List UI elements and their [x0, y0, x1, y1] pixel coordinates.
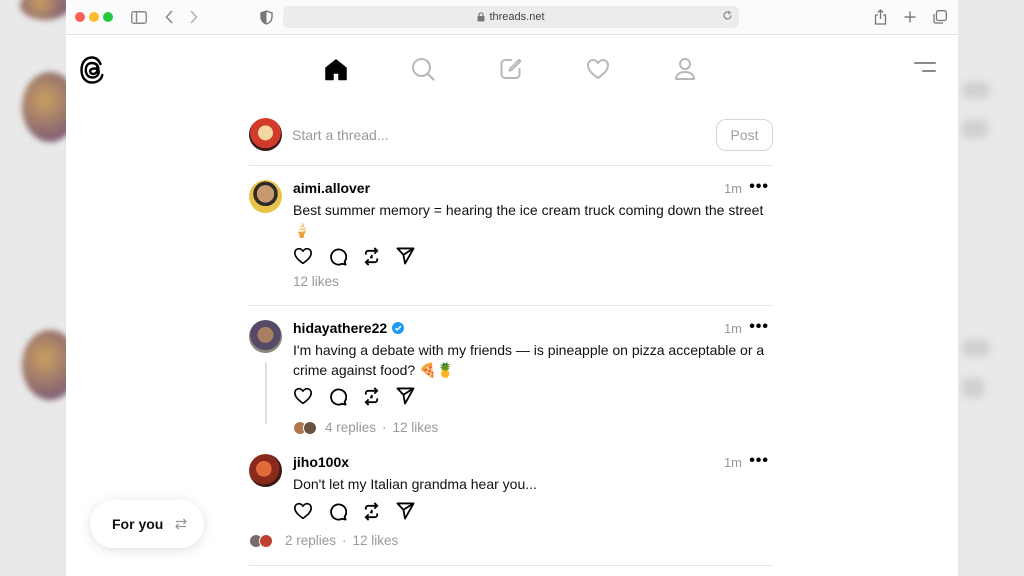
repost-icon[interactable]: [361, 386, 381, 406]
background-blur: [962, 82, 990, 98]
share-send-icon[interactable]: [395, 501, 415, 521]
minimize-window-button[interactable]: [89, 12, 99, 22]
url-text: threads.net: [489, 11, 545, 23]
browser-window: threads.net Start a thread... Post aimi.…: [66, 0, 958, 576]
likes-count[interactable]: 12 likes: [353, 533, 399, 548]
more-options-icon[interactable]: •••: [749, 318, 769, 336]
background-blur: [962, 120, 988, 138]
post-actions: [293, 246, 415, 266]
search-icon[interactable]: [409, 55, 437, 83]
post-divider: [249, 305, 773, 306]
username-text: aimi.allover: [293, 180, 371, 196]
menu-icon[interactable]: [914, 60, 936, 78]
repost-icon[interactable]: [361, 501, 381, 521]
activity-heart-icon[interactable]: [584, 55, 612, 83]
post: hidayathere22 1m ••• I'm having a debate…: [249, 318, 773, 445]
replies-count[interactable]: 2 replies: [285, 533, 336, 548]
profile-icon[interactable]: [671, 55, 699, 83]
background-avatar-blur: [20, 0, 70, 20]
feed-switcher-label: For you: [112, 516, 164, 532]
home-icon[interactable]: [322, 55, 350, 83]
post-text: Best summer memory = hearing the ice cre…: [293, 202, 764, 238]
user-avatar[interactable]: [249, 180, 282, 213]
reply-avatars: [293, 420, 317, 435]
repost-icon[interactable]: [361, 246, 381, 266]
thread-composer[interactable]: Start a thread... Post: [249, 110, 773, 166]
sidebar-toggle-icon[interactable]: [130, 8, 148, 26]
background-blur: [962, 378, 984, 398]
likes-count[interactable]: 12 likes: [293, 274, 339, 289]
composer-placeholder[interactable]: Start a thread...: [292, 127, 389, 143]
like-icon[interactable]: [293, 501, 313, 521]
post-text: Don't let my Italian grandma hear you...: [293, 476, 537, 492]
share-send-icon[interactable]: [395, 246, 415, 266]
lock-icon: [477, 12, 485, 22]
user-avatar[interactable]: [249, 454, 282, 487]
more-options-icon[interactable]: •••: [749, 452, 769, 470]
reply-avatar: [259, 533, 273, 548]
threads-logo-icon[interactable]: [78, 54, 106, 86]
reply-avatar: [303, 420, 317, 435]
address-bar[interactable]: threads.net: [283, 6, 739, 28]
tab-overview-icon[interactable]: [931, 8, 949, 26]
post-timestamp: 1m: [723, 321, 742, 336]
back-icon[interactable]: [160, 8, 178, 26]
close-window-button[interactable]: [75, 12, 85, 22]
feed-switcher-button[interactable]: For you: [90, 500, 204, 548]
background-blur: [962, 340, 990, 356]
user-avatar[interactable]: [249, 320, 282, 353]
post-actions: [293, 501, 415, 521]
username-text: hidayathere22: [293, 320, 388, 336]
swap-arrows-icon: [175, 518, 188, 530]
post-divider: [249, 565, 773, 566]
post-username[interactable]: jiho100x: [293, 454, 349, 470]
more-options-icon[interactable]: •••: [749, 178, 769, 196]
share-icon[interactable]: [871, 8, 889, 26]
reply-icon[interactable]: [327, 386, 347, 406]
zoom-window-button[interactable]: [103, 12, 113, 22]
compose-icon[interactable]: [497, 55, 525, 83]
post: aimi.allover 1m ••• Best summer memory =…: [249, 178, 773, 300]
likes-count[interactable]: 12 likes: [393, 420, 439, 435]
post-stats: 4 replies · 12 likes: [293, 420, 438, 435]
post-timestamp: 1m: [723, 181, 742, 196]
post: jiho100x 1m ••• Don't let my Italian gra…: [249, 452, 773, 564]
stats-separator: ·: [382, 420, 387, 435]
stats-separator: ·: [342, 533, 347, 548]
post-button[interactable]: Post: [716, 119, 773, 151]
post-timestamp: 1m: [723, 455, 742, 470]
current-user-avatar[interactable]: [249, 118, 282, 151]
new-tab-icon[interactable]: [901, 8, 919, 26]
replies-count[interactable]: 4 replies: [325, 420, 376, 435]
post-stats: 12 likes: [293, 274, 339, 289]
privacy-shield-icon[interactable]: [257, 8, 275, 26]
reply-icon[interactable]: [327, 246, 347, 266]
forward-icon[interactable]: [184, 8, 202, 26]
post-username[interactable]: hidayathere22: [293, 320, 405, 336]
like-icon[interactable]: [293, 386, 313, 406]
post-username[interactable]: aimi.allover: [293, 180, 370, 196]
reply-icon[interactable]: [327, 501, 347, 521]
share-send-icon[interactable]: [395, 386, 415, 406]
post-text: I'm having a debate with my friends — is…: [293, 342, 765, 378]
feed: Start a thread... Post aimi.allover 1m •…: [249, 110, 773, 566]
browser-toolbar: threads.net: [66, 0, 958, 35]
verified-badge-icon: [392, 322, 405, 334]
like-icon[interactable]: [293, 246, 313, 266]
post-actions: [293, 386, 415, 406]
reply-avatars: [249, 533, 273, 548]
username-text: jiho100x: [293, 454, 350, 470]
reload-icon[interactable]: [722, 10, 733, 21]
post-stats: 2 replies · 12 likes: [249, 533, 398, 548]
